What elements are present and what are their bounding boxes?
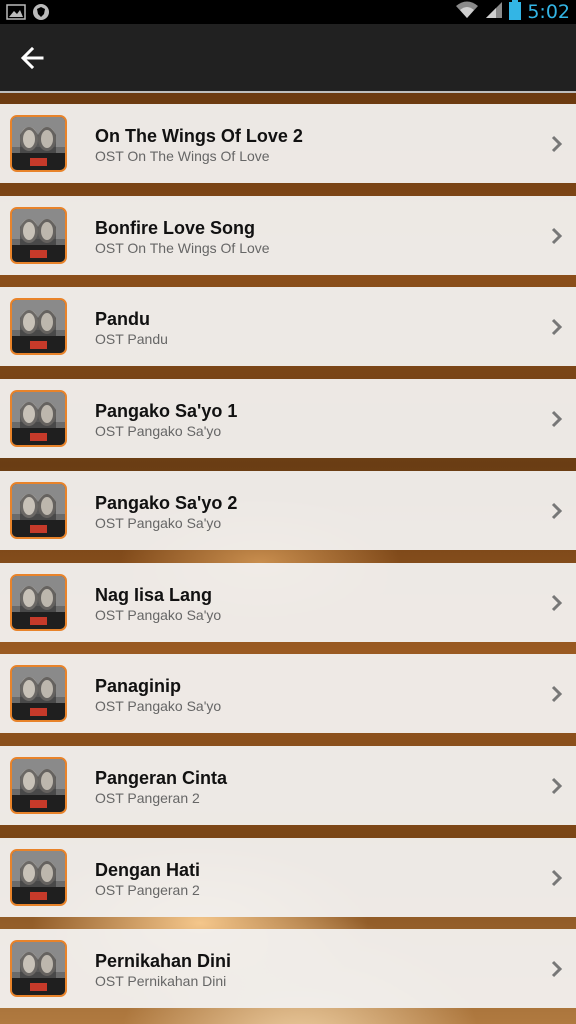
list-item[interactable]: Pangako Sa'yo 2 OST Pangako Sa'yo: [0, 470, 576, 550]
status-bar: 5:02: [0, 0, 576, 24]
song-title: Nag Iisa Lang: [95, 584, 213, 605]
album-thumbnail: [10, 573, 67, 631]
list-item[interactable]: Bonfire Love Song OST On The Wings Of Lo…: [0, 195, 576, 275]
list-item[interactable]: Pandu OST Pandu: [0, 287, 576, 367]
song-title: Pangeran Cinta: [95, 767, 228, 788]
chevron-right-icon: [551, 777, 563, 794]
list-item[interactable]: Nag Iisa Lang OST Pangako Sa'yo: [0, 562, 576, 642]
chevron-right-icon: [551, 961, 563, 978]
clock: 5:02: [527, 1, 570, 23]
song-title: Bonfire Love Song: [95, 217, 256, 238]
shield-icon: [32, 3, 50, 26]
signal-icon: [485, 1, 503, 24]
song-title: Pandu: [95, 309, 151, 330]
song-title: Pangako Sa'yo 2: [95, 492, 238, 513]
song-title: Dengan Hati: [95, 859, 201, 880]
song-subtitle: OST Pangeran 2: [95, 789, 200, 806]
list-item[interactable]: Pernikahan Dini OST Pernikahan Dini: [0, 929, 576, 1009]
list-item[interactable]: On The Wings Of Love 2 OST On The Wings …: [0, 104, 576, 183]
song-title: Panaginip: [95, 676, 182, 697]
list-item[interactable]: Dengan Hati OST Pangeran 2: [0, 837, 576, 917]
album-thumbnail: [10, 115, 67, 172]
image-icon: [6, 3, 26, 26]
song-subtitle: OST Pangako Sa'yo: [95, 606, 222, 623]
song-title: Pangako Sa'yo 1: [95, 401, 238, 422]
arrow-left-icon: [20, 46, 44, 70]
album-thumbnail: [10, 298, 67, 356]
song-list: On The Wings Of Love 2 OST On The Wings …: [0, 93, 576, 1024]
chevron-right-icon: [551, 686, 563, 703]
song-subtitle: OST Pangeran 2: [95, 881, 200, 898]
chevron-right-icon: [551, 594, 563, 611]
album-thumbnail: [10, 390, 67, 448]
album-thumbnail: [10, 940, 67, 998]
song-title: On The Wings Of Love 2: [95, 126, 303, 146]
album-thumbnail: [10, 206, 67, 264]
song-title: Pernikahan Dini: [95, 951, 232, 972]
chevron-right-icon: [551, 502, 563, 519]
album-thumbnail: [10, 481, 67, 539]
song-subtitle: OST Pangako Sa'yo: [95, 698, 222, 715]
battery-icon: [509, 0, 522, 25]
list-item[interactable]: Pangako Sa'yo 1 OST Pangako Sa'yo: [0, 379, 576, 459]
chevron-right-icon: [551, 135, 563, 153]
list-item[interactable]: Panaginip OST Pangako Sa'yo: [0, 654, 576, 734]
song-subtitle: OST Pangako Sa'yo: [95, 423, 222, 440]
wifi-icon: [455, 0, 479, 25]
album-thumbnail: [10, 665, 67, 723]
song-subtitle: OST On The Wings Of Love: [95, 239, 270, 256]
back-button[interactable]: [14, 40, 50, 76]
album-thumbnail: [10, 756, 67, 814]
list-item[interactable]: Pangeran Cinta OST Pangeran 2: [0, 745, 576, 825]
chevron-right-icon: [551, 411, 563, 428]
song-subtitle: OST On The Wings Of Love: [95, 148, 270, 164]
song-subtitle: OST Pernikahan Dini: [95, 973, 227, 990]
chevron-right-icon: [551, 227, 563, 244]
album-thumbnail: [10, 848, 67, 906]
notification-icons: [6, 3, 50, 26]
chevron-right-icon: [551, 869, 563, 886]
action-bar: [0, 24, 576, 93]
song-subtitle: OST Pangako Sa'yo: [95, 514, 222, 531]
song-subtitle: OST Pandu: [95, 331, 168, 348]
chevron-right-icon: [551, 319, 563, 336]
